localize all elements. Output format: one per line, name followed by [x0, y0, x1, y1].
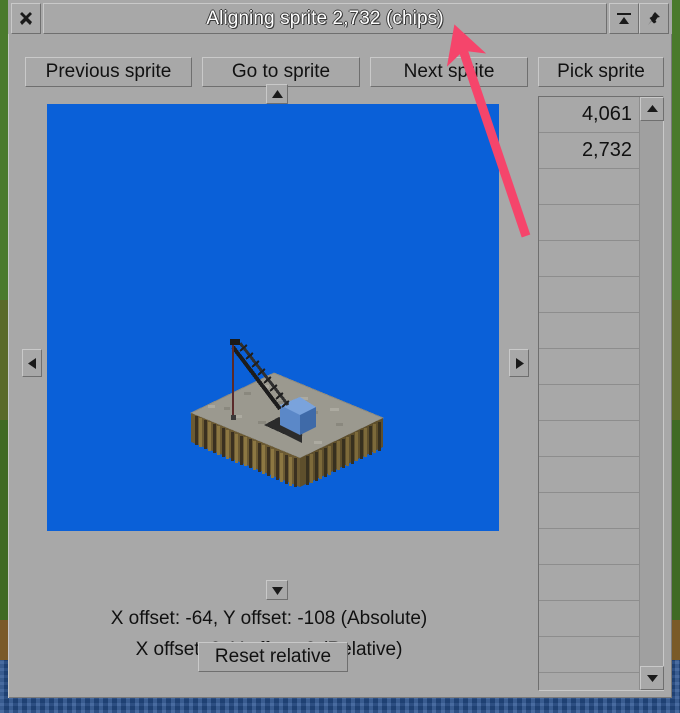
close-button[interactable]: [11, 3, 41, 34]
sprite-list-row[interactable]: [539, 493, 639, 529]
sprite-list-row[interactable]: [539, 637, 639, 673]
sprite-preview-canvas[interactable]: [47, 104, 499, 531]
nudge-left-button[interactable]: [22, 349, 42, 377]
go-to-sprite-button[interactable]: Go to sprite: [202, 57, 360, 87]
absolute-offset-label: X offset: -64, Y offset: -108 (Absolute): [110, 608, 428, 629]
sprite-list-row[interactable]: [539, 349, 639, 385]
pin-window-icon: [648, 11, 660, 25]
x-icon: [20, 11, 32, 25]
sprite-list-row[interactable]: 2,732: [539, 133, 639, 169]
sprite-image: [189, 339, 385, 487]
scrollbar-track[interactable]: [640, 121, 663, 666]
shade-window-button[interactable]: [609, 3, 639, 34]
window-title: Aligning sprite 2,732 (chips): [43, 3, 607, 34]
scroll-up-icon: [646, 105, 658, 112]
sprite-list-row[interactable]: [539, 601, 639, 637]
up-arrow-icon: [271, 89, 283, 98]
nudge-right-button[interactable]: [509, 349, 529, 377]
scroll-down-button[interactable]: [640, 666, 664, 690]
down-arrow-icon: [271, 586, 283, 595]
nudge-up-button[interactable]: [266, 84, 288, 104]
left-arrow-icon: [27, 357, 36, 369]
sprite-list-row[interactable]: [539, 457, 639, 493]
nudge-down-button[interactable]: [266, 580, 288, 600]
sprite-list-row[interactable]: 4,061: [539, 97, 639, 133]
sprite-list[interactable]: 4,061 2,732: [539, 97, 639, 690]
sprite-list-box: 4,061 2,732: [538, 96, 664, 691]
shade-window-icon: [617, 12, 631, 24]
pin-window-button[interactable]: [639, 3, 669, 34]
sprite-aligner-window: Aligning sprite 2,732 (chips) Previous s…: [8, 0, 672, 698]
sprite-list-row[interactable]: [539, 385, 639, 421]
right-arrow-icon: [515, 357, 524, 369]
window-content: Previous sprite Go to sprite Next sprite…: [8, 34, 672, 698]
scroll-down-icon: [646, 675, 658, 682]
reset-relative-button[interactable]: Reset relative: [198, 642, 348, 672]
scroll-up-button[interactable]: [640, 97, 664, 121]
sprite-list-row[interactable]: [539, 565, 639, 601]
next-sprite-button[interactable]: Next sprite: [370, 57, 528, 87]
sprite-list-row[interactable]: [539, 277, 639, 313]
sprite-list-row[interactable]: [539, 205, 639, 241]
sprite-list-row[interactable]: [539, 313, 639, 349]
sprite-list-row[interactable]: [539, 529, 639, 565]
pick-sprite-button[interactable]: Pick sprite: [538, 57, 664, 87]
sprite-list-row[interactable]: [539, 421, 639, 457]
sprite-list-scrollbar[interactable]: [639, 97, 664, 690]
previous-sprite-button[interactable]: Previous sprite: [25, 57, 192, 87]
sprite-list-row[interactable]: [539, 169, 639, 205]
window-titlebar: Aligning sprite 2,732 (chips): [8, 0, 672, 34]
sprite-list-row[interactable]: [539, 241, 639, 277]
